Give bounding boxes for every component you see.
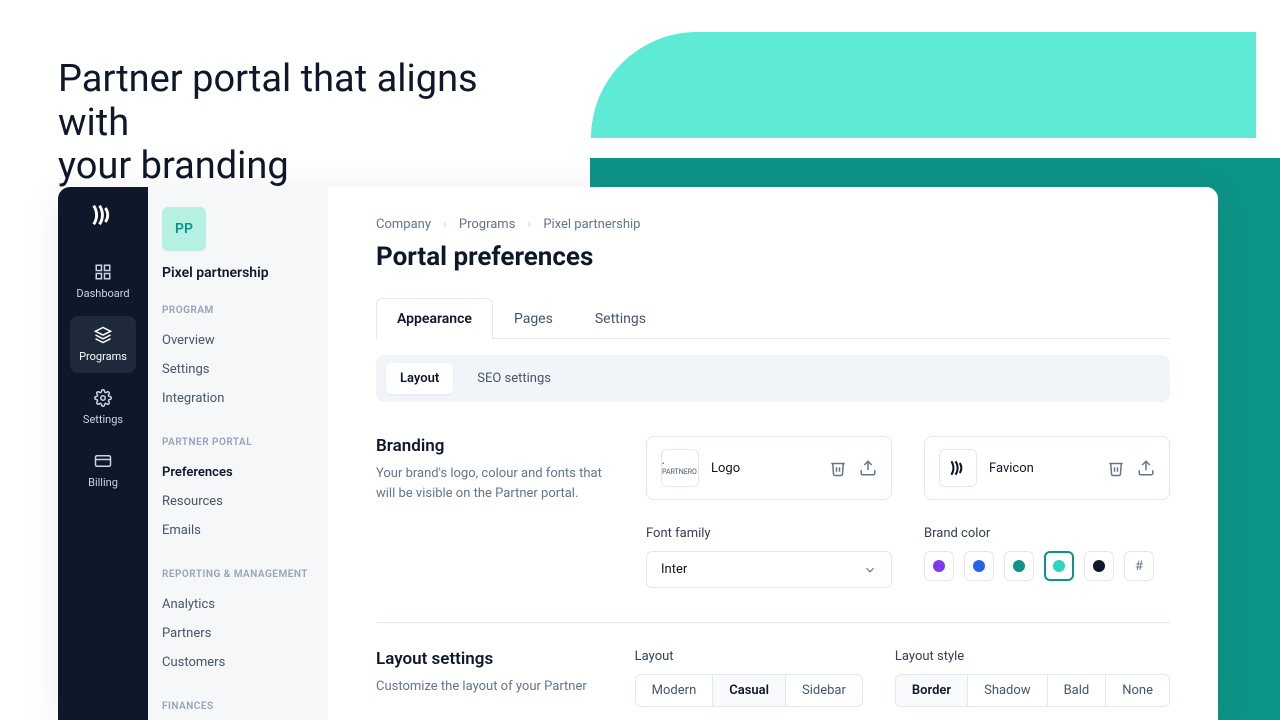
sidebar-item-settings[interactable]: Settings bbox=[162, 355, 314, 384]
chevron-down-icon bbox=[863, 563, 877, 577]
sidebar-group-label: PROGRAM bbox=[162, 305, 314, 316]
dashboard-icon bbox=[94, 263, 112, 281]
workspace-badge[interactable]: PP bbox=[162, 207, 206, 251]
color-swatch[interactable] bbox=[1044, 551, 1074, 581]
app-window: Dashboard Programs Settings Billing PP P… bbox=[58, 187, 1218, 720]
app-logo-icon bbox=[89, 201, 117, 229]
sidebar: PP Pixel partnership PROGRAM Overview Se… bbox=[148, 187, 328, 720]
layout-option-modern[interactable]: Modern bbox=[636, 675, 714, 706]
workspace-name: Pixel partnership bbox=[162, 265, 314, 281]
main-content: Company › Programs › Pixel partnership P… bbox=[328, 187, 1218, 720]
style-option-bald[interactable]: Bald bbox=[1048, 675, 1107, 706]
logo-label: Logo bbox=[711, 461, 817, 476]
tab-pages[interactable]: Pages bbox=[493, 298, 574, 339]
layout-style-segmented: Border Shadow Bald None bbox=[895, 674, 1170, 707]
rail-item-dashboard[interactable]: Dashboard bbox=[70, 253, 136, 310]
gear-icon bbox=[94, 389, 112, 407]
subtab-seo[interactable]: SEO settings bbox=[463, 363, 565, 394]
font-family-select[interactable]: Inter bbox=[646, 551, 892, 588]
breadcrumb-item[interactable]: Programs bbox=[459, 217, 516, 232]
font-family-label: Font family bbox=[646, 526, 892, 541]
rail-item-label: Programs bbox=[79, 350, 127, 363]
color-swatch[interactable] bbox=[924, 551, 954, 581]
subtab-layout[interactable]: Layout bbox=[386, 363, 453, 394]
color-swatch[interactable] bbox=[964, 551, 994, 581]
logo-thumbnail: • PARTNERO bbox=[661, 449, 699, 487]
layout-segmented: Modern Casual Sidebar bbox=[635, 674, 863, 707]
sidebar-item-emails[interactable]: Emails bbox=[162, 516, 314, 545]
upload-icon[interactable] bbox=[859, 459, 877, 477]
font-family-value: Inter bbox=[661, 562, 687, 577]
style-option-none[interactable]: None bbox=[1106, 675, 1169, 706]
section-description: Customize the layout of your Partner bbox=[376, 677, 595, 697]
breadcrumb-item[interactable]: Company bbox=[376, 217, 431, 232]
tabs-secondary: Layout SEO settings bbox=[376, 355, 1170, 402]
color-custom-button[interactable]: # bbox=[1124, 551, 1154, 581]
color-swatch[interactable] bbox=[1004, 551, 1034, 581]
section-description: Your brand's logo, colour and fonts that… bbox=[376, 464, 606, 503]
sidebar-group-label: REPORTING & MANAGEMENT bbox=[162, 569, 314, 580]
sidebar-item-analytics[interactable]: Analytics bbox=[162, 590, 314, 619]
tab-appearance[interactable]: Appearance bbox=[376, 298, 493, 339]
layout-label: Layout bbox=[635, 649, 863, 664]
layout-option-sidebar[interactable]: Sidebar bbox=[786, 675, 862, 706]
color-swatch[interactable] bbox=[1084, 551, 1114, 581]
trash-icon[interactable] bbox=[1107, 459, 1125, 477]
layout-option-casual[interactable]: Casual bbox=[713, 675, 786, 706]
breadcrumb-item[interactable]: Pixel partnership bbox=[543, 217, 640, 232]
tab-settings[interactable]: Settings bbox=[574, 298, 667, 339]
tabs-primary: Appearance Pages Settings bbox=[376, 298, 1170, 339]
brand-color-swatches: # bbox=[924, 551, 1170, 581]
sidebar-group-label: PARTNER PORTAL bbox=[162, 437, 314, 448]
rail-item-programs[interactable]: Programs bbox=[70, 316, 136, 373]
sidebar-item-resources[interactable]: Resources bbox=[162, 487, 314, 516]
sidebar-item-integration[interactable]: Integration bbox=[162, 384, 314, 413]
decorative-shape-teal-light bbox=[591, 32, 1256, 138]
sidebar-item-overview[interactable]: Overview bbox=[162, 326, 314, 355]
rail-item-label: Settings bbox=[83, 413, 123, 426]
hero-title: Partner portal that aligns with your bra… bbox=[58, 58, 558, 189]
divider bbox=[376, 622, 1170, 623]
section-title: Layout settings bbox=[376, 649, 595, 669]
style-option-border[interactable]: Border bbox=[896, 675, 968, 706]
credit-card-icon bbox=[94, 452, 112, 470]
rail-item-settings[interactable]: Settings bbox=[70, 379, 136, 436]
section-title: Branding bbox=[376, 436, 606, 456]
favicon-label: Favicon bbox=[989, 461, 1095, 476]
chevron-right-icon: › bbox=[527, 217, 531, 232]
style-option-shadow[interactable]: Shadow bbox=[968, 675, 1047, 706]
rail-item-billing[interactable]: Billing bbox=[70, 442, 136, 499]
logo-upload-card: • PARTNERO Logo bbox=[646, 436, 892, 500]
sidebar-item-customers[interactable]: Customers bbox=[162, 648, 314, 677]
upload-icon[interactable] bbox=[1137, 459, 1155, 477]
layout-style-label: Layout style bbox=[895, 649, 1170, 664]
brand-color-label: Brand color bbox=[924, 526, 1170, 541]
rail-item-label: Dashboard bbox=[76, 287, 129, 300]
nav-rail: Dashboard Programs Settings Billing bbox=[58, 187, 148, 720]
rail-item-label: Billing bbox=[88, 476, 118, 489]
favicon-upload-card: Favicon bbox=[924, 436, 1170, 500]
sidebar-group-label: FINANCES bbox=[162, 701, 314, 712]
page-title: Portal preferences bbox=[376, 242, 1170, 272]
sidebar-item-preferences[interactable]: Preferences bbox=[162, 458, 314, 487]
trash-icon[interactable] bbox=[829, 459, 847, 477]
favicon-thumbnail bbox=[939, 449, 977, 487]
chevron-right-icon: › bbox=[443, 217, 447, 232]
section-branding: Branding Your brand's logo, colour and f… bbox=[376, 436, 1170, 588]
layers-icon bbox=[94, 326, 112, 344]
sidebar-item-partners[interactable]: Partners bbox=[162, 619, 314, 648]
section-layout: Layout settings Customize the layout of … bbox=[376, 649, 1170, 707]
breadcrumb: Company › Programs › Pixel partnership bbox=[376, 217, 1170, 232]
